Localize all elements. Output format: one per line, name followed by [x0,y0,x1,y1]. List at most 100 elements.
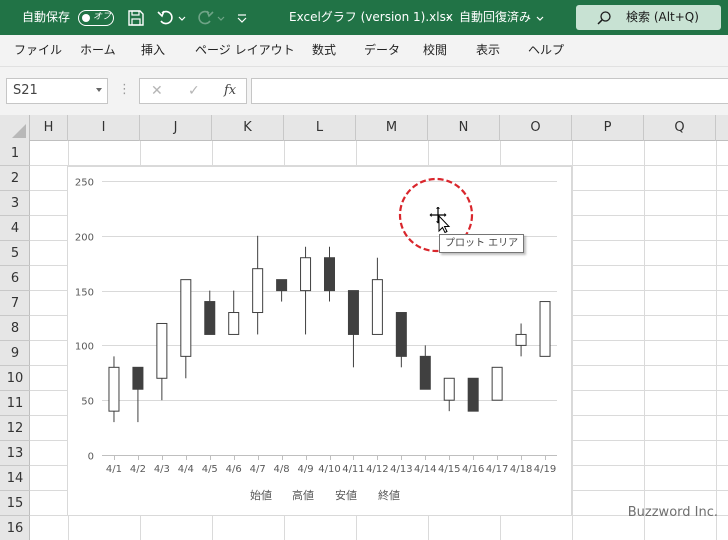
search-icon [597,11,611,25]
x-tick-label: 4/16 [462,464,484,475]
column-header-n[interactable]: N [428,115,500,141]
row-header-7[interactable]: 7 [0,291,30,316]
autosave-state: オフ [93,12,112,22]
candle-body-down [132,366,144,390]
tab-file[interactable]: ファイル [14,35,62,65]
candle-body-up [300,257,312,292]
tab-view[interactable]: 表示 [476,35,500,65]
tab-data[interactable]: データ [364,35,400,65]
legend-entry: 終値 [378,488,400,502]
x-tick-label: 4/2 [130,464,146,475]
candle-body-down [419,355,431,390]
formula-input[interactable] [251,78,728,104]
legend-entry: 高値 [292,488,314,502]
column-header-q[interactable]: Q [644,115,716,141]
toggle-knob [82,13,90,22]
save-status-chevron-icon[interactable] [535,8,545,28]
column-header-o[interactable]: O [500,115,572,141]
candle-body-up [539,301,551,357]
row-header-2[interactable]: 2 [0,166,30,191]
candle-body-up [156,322,168,379]
x-tick-label: 4/5 [202,464,218,475]
x-tick-label: 4/8 [274,464,290,475]
tooltip: プロット エリア [439,234,525,253]
tab-formulas[interactable]: 数式 [312,35,336,65]
candle-body-up [228,312,240,335]
autosave-toggle[interactable]: オフ [78,10,114,26]
row-header-12[interactable]: 12 [0,416,30,441]
x-tick-label: 4/6 [226,464,242,475]
x-tick-label: 4/17 [486,464,508,475]
excel-window: 自動保存 オフ Excelグラフ (version 1).xlsx - 自動回復… [0,0,728,540]
customize-qat-icon[interactable] [236,8,248,28]
enter-icon[interactable]: ✓ [188,81,200,101]
row-header-16[interactable]: 16 [0,516,30,540]
row-header-6[interactable]: 6 [0,266,30,291]
candle-body-up [108,366,120,412]
x-tick-label: 4/12 [366,464,388,475]
column-header-m[interactable]: M [356,115,428,141]
ribbon-tabs: ファイル ホーム 挿入 ページ レイアウト 数式 データ 校閲 表示 ヘルプ [0,35,728,67]
row-header-3[interactable]: 3 [0,191,30,216]
x-tick-label: 4/10 [318,464,340,475]
x-tick-label: 4/9 [298,464,314,475]
row-header-10[interactable]: 10 [0,366,30,391]
save-icon[interactable] [126,8,146,28]
candle-body-up [252,268,264,314]
tab-page-layout[interactable]: ページ レイアウト [195,35,295,65]
autosave-label: 自動保存 [22,10,71,24]
column-header-l[interactable]: L [284,115,356,141]
legend-entry: 安値 [335,488,357,502]
select-all-triangle [12,124,26,138]
y-tick-label: 100 [75,342,94,353]
column-header-h[interactable]: H [30,115,68,141]
column-header-p[interactable]: P [572,115,644,141]
tab-insert[interactable]: 挿入 [141,35,165,65]
save-status[interactable]: 自動回復済み [459,0,531,35]
candle-body-up [180,279,192,357]
title-separator: - [446,10,451,24]
name-box-dropdown-icon[interactable] [96,88,102,92]
file-name: Excelグラフ (version 1).xlsx [289,10,453,24]
row-header-1[interactable]: 1 [0,141,30,166]
name-box[interactable]: S21 [6,78,108,104]
redo-icon[interactable] [195,8,215,28]
redo-dropdown-icon[interactable] [217,8,225,28]
candle-body-down [347,290,359,335]
x-tick-label: 4/7 [250,464,266,475]
column-header-k[interactable]: K [212,115,284,141]
row-header-5[interactable]: 5 [0,241,30,266]
row-header-4[interactable]: 4 [0,216,30,241]
undo-icon[interactable] [156,8,176,28]
y-tick-label: 150 [75,288,94,299]
column-header-i[interactable]: I [68,115,140,141]
chart-canvas[interactable]: 0 50 100 150 200 250 4/1 4/2 4/3 4/4 4/5 4/6 4/7 4/8 4… [67,166,572,516]
cancel-icon[interactable]: ✕ [151,81,163,101]
more-icon[interactable]: ⋮ [118,81,131,99]
stock-chart[interactable]: 0 50 100 150 200 250 4/1 4/2 4/3 4/4 4/5 4/6 4/7 4/8 4… [67,166,572,516]
tab-home[interactable]: ホーム [80,35,116,65]
row-header-13[interactable]: 13 [0,441,30,466]
candle-body-down [204,301,216,335]
candle-body-down [395,312,407,357]
insert-function-icon[interactable]: fx [224,81,236,101]
row-header-14[interactable]: 14 [0,466,30,491]
row-header-15[interactable]: 15 [0,491,30,516]
move-cursor-icon [428,205,451,233]
select-all-corner[interactable] [0,115,30,141]
name-box-value: S21 [13,83,38,98]
tab-help[interactable]: ヘルプ [528,35,564,65]
row-header-11[interactable]: 11 [0,391,30,416]
search-box[interactable]: 検索 (Alt+Q) [576,5,721,30]
row-header-8[interactable]: 8 [0,316,30,341]
column-header-j[interactable]: J [140,115,212,141]
x-tick-label: 4/14 [414,464,436,475]
legend-entry: 始値 [250,488,272,502]
undo-dropdown-icon[interactable] [178,8,186,28]
row-header-9[interactable]: 9 [0,341,30,366]
y-tick-label: 200 [75,233,94,244]
y-tick-label: 250 [75,178,94,189]
tab-review[interactable]: 校閲 [423,35,447,65]
x-tick-label: 4/1 [106,464,122,475]
x-tick-label: 4/19 [534,464,556,475]
